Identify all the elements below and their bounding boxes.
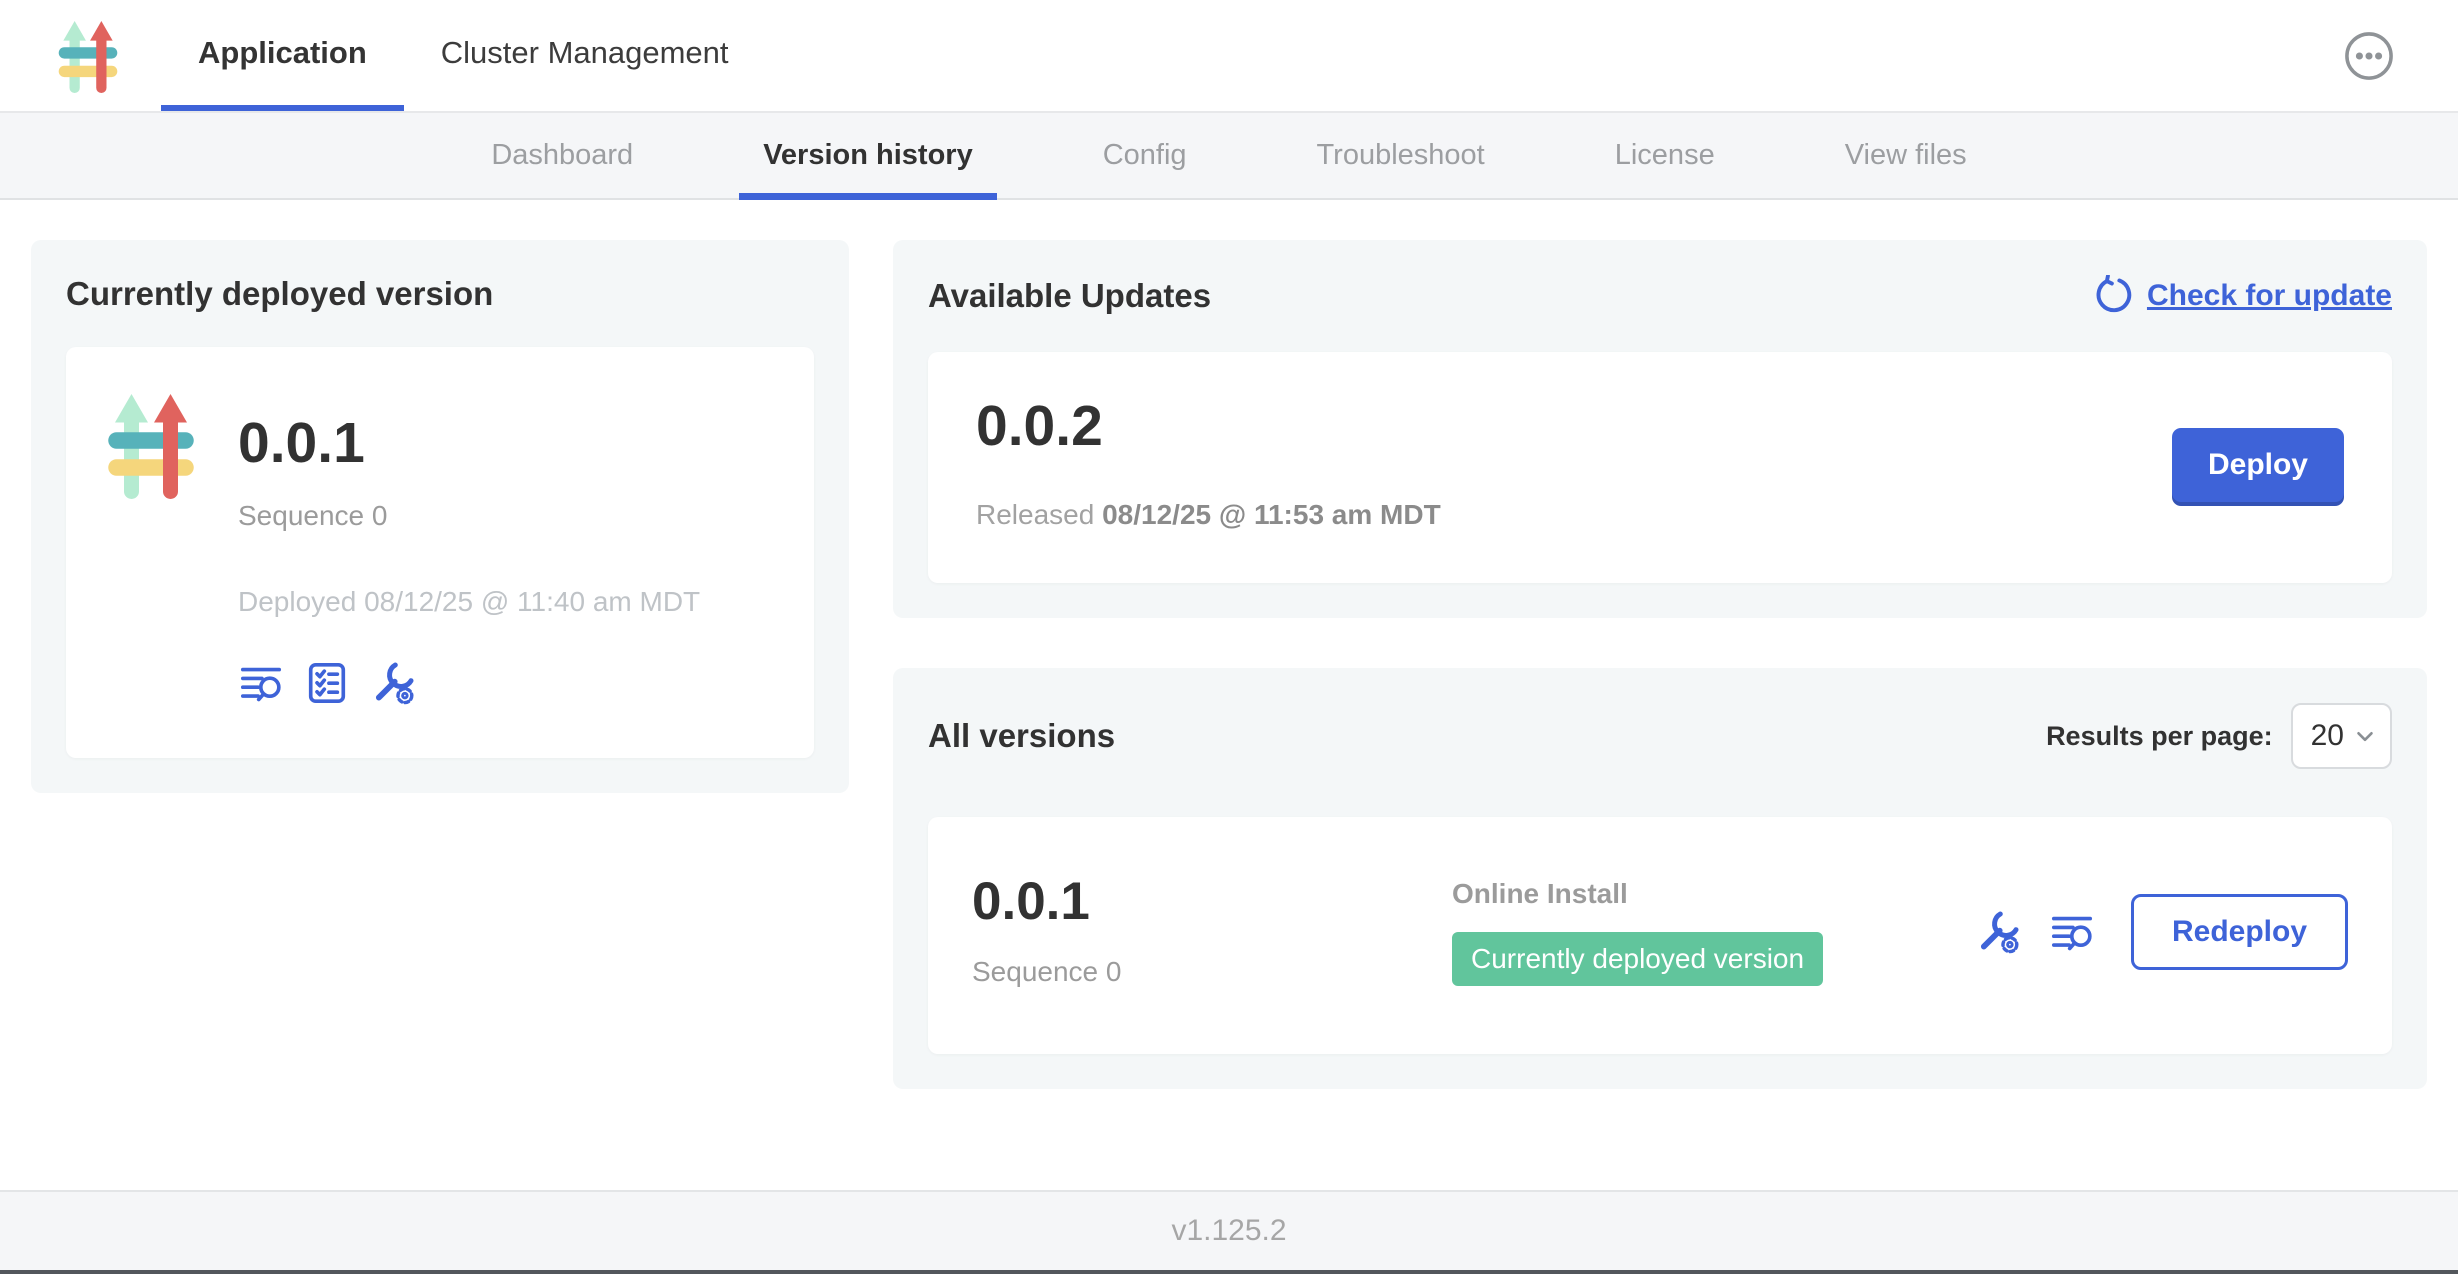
check-for-update-link[interactable]: Check for update [2091, 275, 2392, 316]
results-per-page-select[interactable]: 20 [2291, 703, 2392, 769]
tab-cluster-management[interactable]: Cluster Management [404, 0, 766, 111]
results-per-page-value: 20 [2311, 719, 2344, 753]
deployed-version-panel: 0.0.1 Sequence 0 Deployed 08/12/25 @ 11:… [66, 347, 814, 758]
update-released-line: Released 08/12/25 @ 11:53 am MDT [976, 499, 1441, 531]
deployed-sequence: Sequence 0 [238, 500, 700, 532]
header-tabs: Application Cluster Management [161, 0, 766, 111]
app-subnav: Dashboard Version history Config Trouble… [0, 113, 2458, 200]
deploy-logs-icon[interactable] [2049, 909, 2095, 955]
app-logo-icon [106, 391, 196, 499]
deploy-logs-icon[interactable] [238, 660, 284, 706]
row-sequence: Sequence 0 [972, 956, 1452, 988]
all-versions-title: All versions [928, 717, 1115, 755]
subnav-item-view-files[interactable]: View files [1845, 113, 1967, 198]
version-row: 0.0.1 Sequence 0 Online Install Currentl… [928, 817, 2392, 1054]
deployed-version-info: 0.0.1 Sequence 0 Deployed 08/12/25 @ 11:… [238, 391, 700, 706]
top-header: Application Cluster Management [0, 0, 2458, 113]
available-updates-header: Available Updates Check for update [928, 275, 2392, 316]
results-per-page-label: Results per page: [2046, 721, 2273, 752]
available-updates-card: Available Updates Check for update 0.0.2… [893, 240, 2427, 618]
currently-deployed-badge: Currently deployed version [1452, 932, 1823, 986]
bottom-edge-strip [0, 1270, 2458, 1274]
update-version-number: 0.0.2 [976, 398, 1441, 455]
chevron-down-icon [2352, 723, 2378, 749]
subnav-item-troubleshoot[interactable]: Troubleshoot [1317, 113, 1485, 198]
version-row-status: Online Install Currently deployed versio… [1452, 878, 1975, 986]
redeploy-button[interactable]: Redeploy [2131, 894, 2348, 970]
subnav-item-version-history[interactable]: Version history [763, 113, 973, 198]
subnav-item-dashboard[interactable]: Dashboard [491, 113, 633, 198]
version-row-actions: Redeploy [1975, 894, 2348, 970]
subnav-item-config[interactable]: Config [1103, 113, 1187, 198]
all-versions-header: All versions Results per page: 20 [928, 703, 2392, 769]
config-wrench-icon[interactable] [1975, 909, 2021, 955]
all-versions-card: All versions Results per page: 20 0.0.1 … [893, 668, 2427, 1089]
deployed-timestamp: Deployed 08/12/25 @ 11:40 am MDT [238, 586, 700, 618]
header-spacer [766, 0, 2344, 111]
currently-deployed-card: Currently deployed version 0.0.1 Sequenc… [31, 240, 849, 793]
currently-deployed-title: Currently deployed version [66, 275, 814, 313]
ellipsis-icon [2344, 31, 2394, 81]
preflight-checks-icon[interactable] [304, 660, 350, 706]
app-logo-icon [57, 19, 119, 93]
released-date: 08/12/25 @ 11:53 am MDT [1102, 499, 1441, 530]
footer: v1.125.2 [0, 1190, 2458, 1270]
tab-application[interactable]: Application [161, 0, 404, 111]
deploy-button[interactable]: Deploy [2172, 428, 2344, 502]
kots-admin-console: Application Cluster Management Dashboard… [0, 0, 2458, 1274]
config-wrench-icon[interactable] [370, 660, 416, 706]
right-column: Available Updates Check for update 0.0.2… [893, 240, 2427, 1089]
version-row-info: 0.0.1 Sequence 0 [972, 875, 1452, 988]
app-logo [57, 0, 119, 111]
refresh-icon [2091, 275, 2132, 316]
released-prefix: Released [976, 499, 1094, 530]
update-info: 0.0.2 Released 08/12/25 @ 11:53 am MDT [976, 398, 1441, 531]
row-version-number: 0.0.1 [972, 875, 1452, 928]
install-type-label: Online Install [1452, 878, 1975, 910]
results-per-page: Results per page: 20 [2046, 703, 2392, 769]
deployed-action-icons [238, 660, 700, 706]
subnav-item-license[interactable]: License [1615, 113, 1715, 198]
more-options-button[interactable] [2344, 31, 2394, 81]
deployed-version-number: 0.0.1 [238, 415, 700, 472]
available-updates-title: Available Updates [928, 277, 1211, 315]
update-row: 0.0.2 Released 08/12/25 @ 11:53 am MDT D… [928, 352, 2392, 583]
console-version-label: v1.125.2 [1171, 1214, 1286, 1248]
check-for-update-label: Check for update [2147, 279, 2392, 313]
main-content: Currently deployed version 0.0.1 Sequenc… [0, 200, 2458, 1190]
